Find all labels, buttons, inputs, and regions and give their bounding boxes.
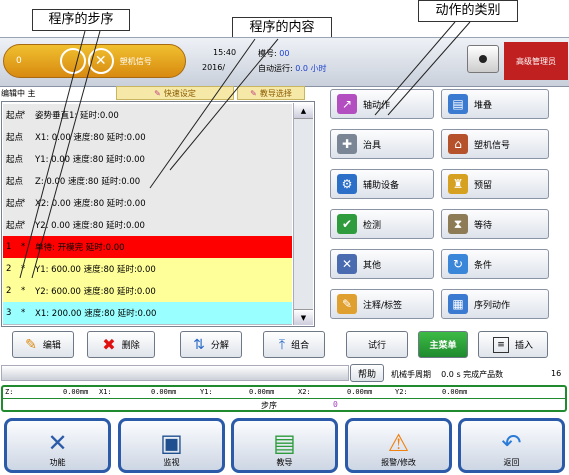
callout-lines [19,21,471,279]
